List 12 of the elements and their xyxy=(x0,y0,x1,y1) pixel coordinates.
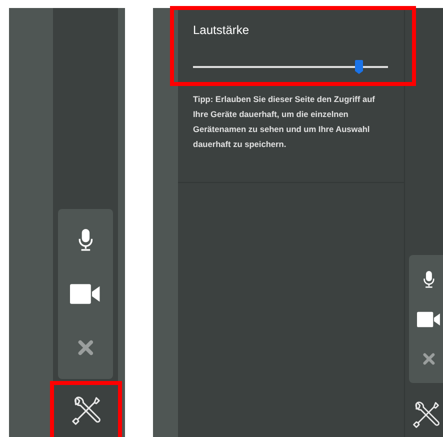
close-icon xyxy=(78,340,94,356)
microphone-icon xyxy=(423,270,435,288)
microphone-icon xyxy=(78,229,94,251)
tools-button[interactable] xyxy=(54,385,118,437)
slider-thumb[interactable] xyxy=(354,60,363,74)
video-camera-icon xyxy=(417,310,441,328)
wrench-screwdriver-icon xyxy=(70,396,100,426)
wrench-screwdriver-icon xyxy=(412,401,440,429)
video-camera-icon xyxy=(70,283,101,305)
close-icon xyxy=(423,353,435,365)
tip-text: Tipp: Erlauben Sie dieser Seite den Zugriff auf Ihre Geräte dauerhaft, um die einzelnen Gerätenamen zu sehen und um Ihre Auswahl dauerhaft zu speichern. xyxy=(193,93,376,151)
volume-label: Lautstärke xyxy=(193,22,250,39)
